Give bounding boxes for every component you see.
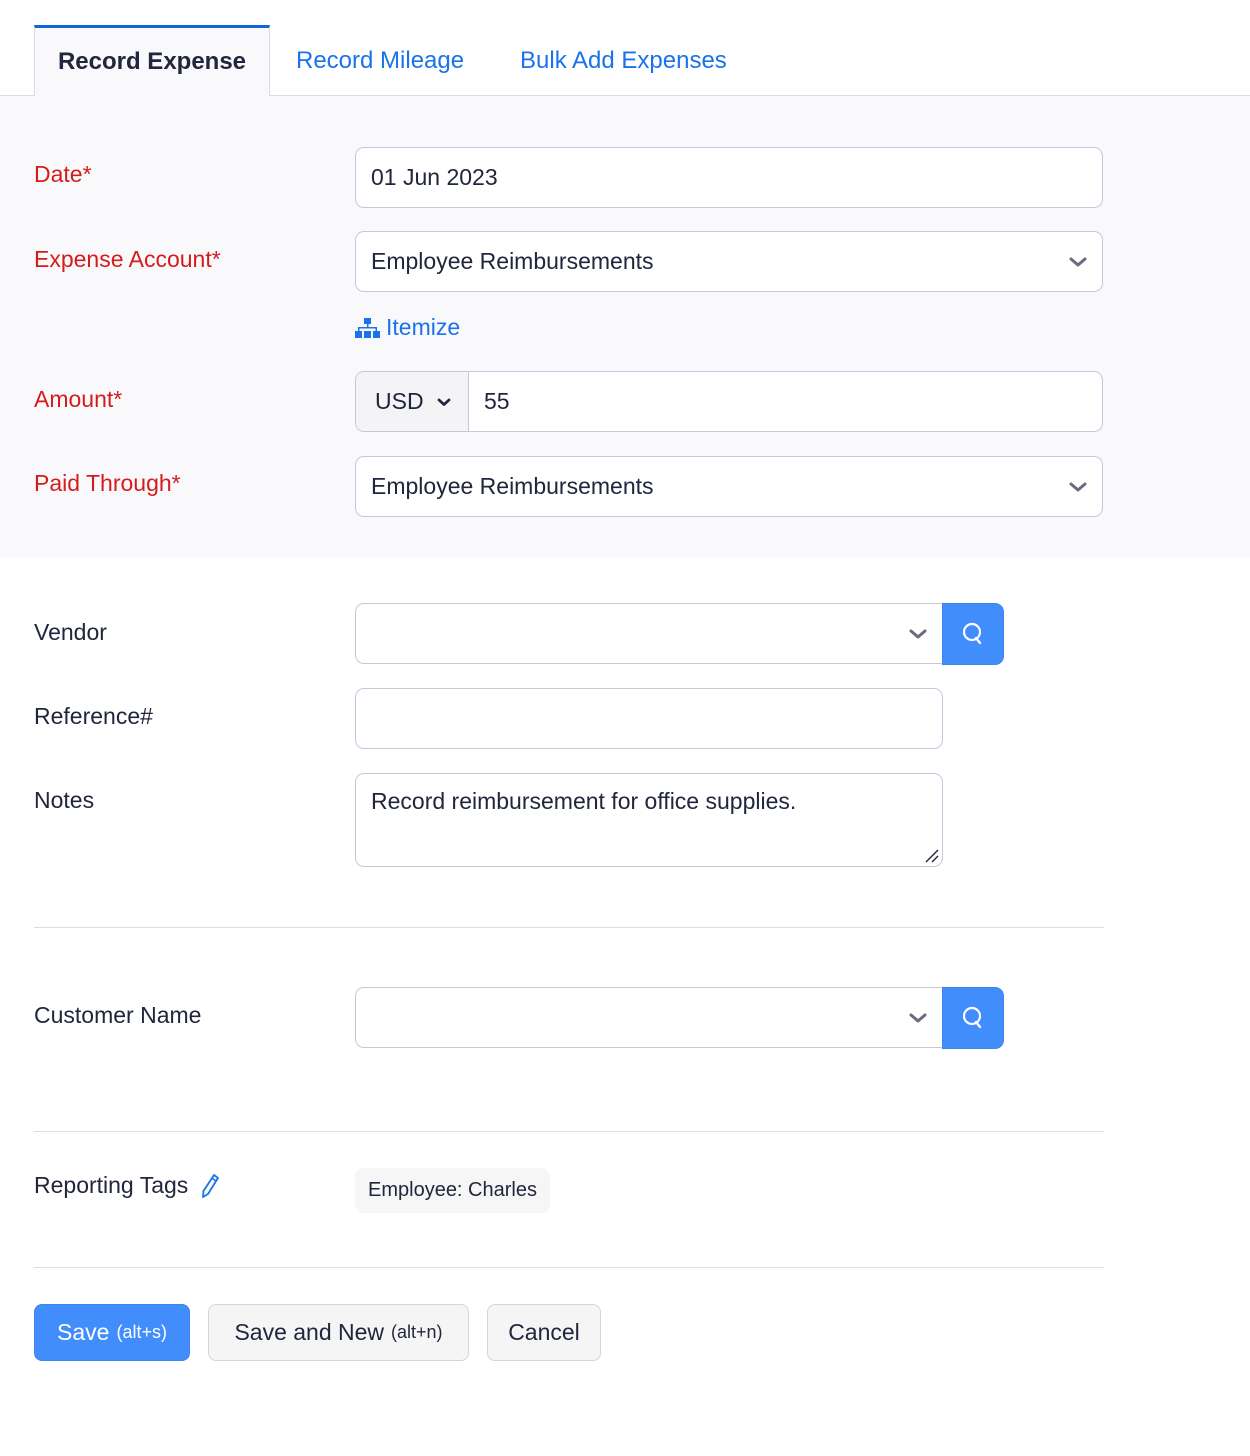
date-field[interactable]: 01 Jun 2023 xyxy=(355,147,1103,208)
customer-search-button[interactable] xyxy=(942,987,1004,1049)
expense-account-select[interactable]: Employee Reimbursements xyxy=(355,231,1103,292)
reference-input[interactable] xyxy=(355,688,943,749)
reporting-tags-label-group: Reporting Tags xyxy=(34,1172,220,1199)
section-divider xyxy=(34,1131,1104,1132)
vendor-select[interactable] xyxy=(355,603,943,664)
customer-name-label: Customer Name xyxy=(34,1002,202,1028)
amount-group: USD 55 xyxy=(355,371,1103,432)
tab-bulk-add-expenses[interactable]: Bulk Add Expenses xyxy=(520,25,727,96)
paid-through-select[interactable]: Employee Reimbursements xyxy=(355,456,1103,517)
save-button[interactable]: Save (alt+s) xyxy=(34,1304,190,1361)
resize-handle-icon[interactable] xyxy=(925,849,939,863)
chevron-down-icon xyxy=(1069,482,1087,491)
reporting-tag-chip[interactable]: Employee: Charles xyxy=(355,1168,550,1213)
reference-label: Reference# xyxy=(34,703,153,729)
save-label: Save xyxy=(57,1319,110,1345)
tab-record-expense[interactable]: Record Expense xyxy=(34,25,270,97)
cancel-button[interactable]: Cancel xyxy=(487,1304,601,1361)
section-divider xyxy=(34,1267,1104,1268)
vendor-search-button[interactable] xyxy=(942,603,1004,665)
amount-label: Amount* xyxy=(34,386,123,412)
search-icon xyxy=(962,622,982,645)
expense-account-value: Employee Reimbursements xyxy=(371,248,654,274)
notes-label: Notes xyxy=(34,787,95,813)
tab-bar: Record Expense Record Mileage Bulk Add E… xyxy=(0,0,1250,97)
save-shortcut: (alt+s) xyxy=(116,1322,167,1342)
amount-input[interactable]: 55 xyxy=(469,372,1102,431)
search-icon xyxy=(962,1006,982,1029)
paid-through-value: Employee Reimbursements xyxy=(371,473,654,499)
tab-record-mileage[interactable]: Record Mileage xyxy=(296,25,464,96)
chevron-down-icon xyxy=(1069,257,1087,266)
chevron-down-icon xyxy=(437,398,450,406)
reporting-tags-label: Reporting Tags xyxy=(34,1172,189,1198)
currency-value: USD xyxy=(375,388,424,414)
save-and-new-button[interactable]: Save and New (alt+n) xyxy=(208,1304,469,1361)
notes-textarea[interactable]: Record reimbursement for office supplies… xyxy=(355,773,943,867)
section-divider xyxy=(34,927,1104,928)
hierarchy-icon xyxy=(355,317,380,338)
currency-select[interactable]: USD xyxy=(356,372,469,431)
save-and-new-shortcut: (alt+n) xyxy=(391,1322,443,1342)
customer-name-select[interactable] xyxy=(355,987,943,1048)
expense-account-label: Expense Account* xyxy=(34,246,221,272)
date-label: Date* xyxy=(34,161,92,187)
pencil-icon[interactable] xyxy=(200,1173,220,1199)
save-and-new-label: Save and New xyxy=(234,1319,385,1345)
chevron-down-icon xyxy=(909,629,927,638)
amount-value: 55 xyxy=(484,388,510,414)
chevron-down-icon xyxy=(909,1013,927,1022)
notes-value: Record reimbursement for office supplies… xyxy=(371,788,797,814)
itemize-label: Itemize xyxy=(386,314,461,340)
cancel-label: Cancel xyxy=(508,1319,580,1345)
vendor-label: Vendor xyxy=(34,619,107,645)
itemize-link[interactable]: Itemize xyxy=(355,314,460,341)
paid-through-label: Paid Through* xyxy=(34,470,181,496)
date-value: 01 Jun 2023 xyxy=(371,164,498,190)
